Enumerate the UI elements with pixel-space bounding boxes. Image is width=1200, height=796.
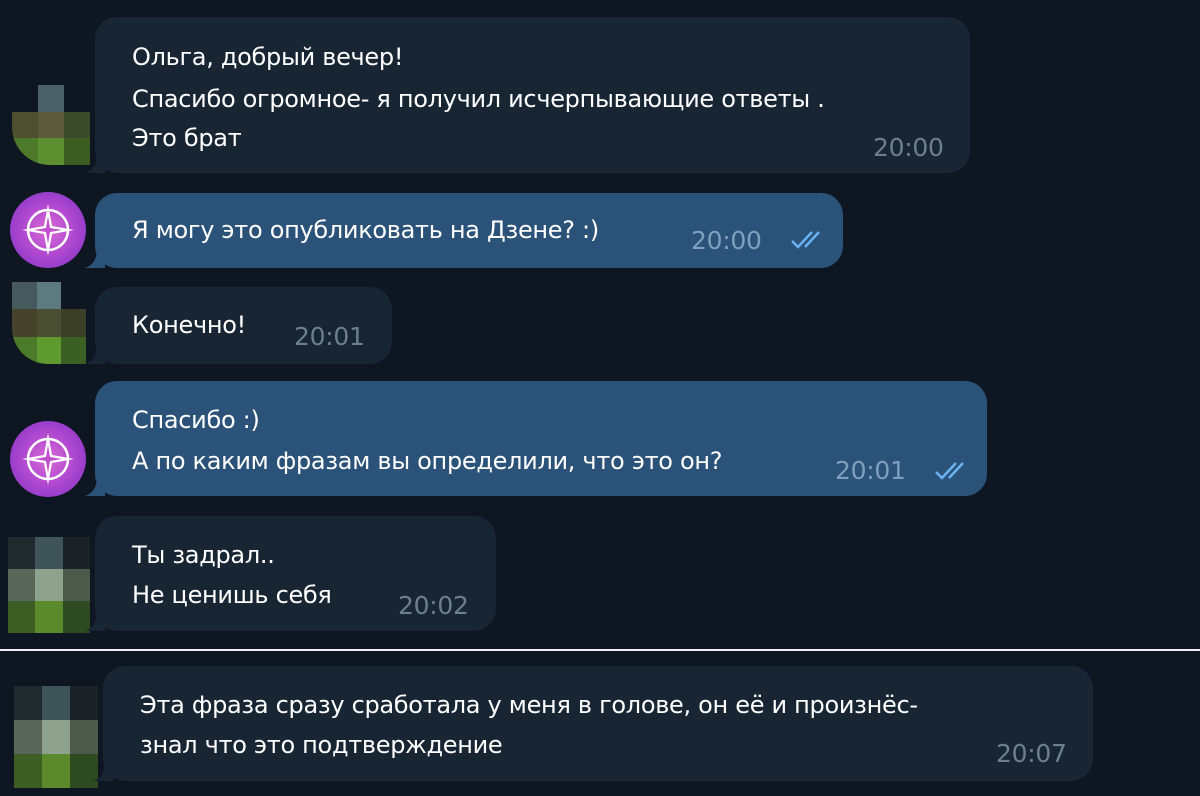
- message-time: 20:00: [873, 133, 944, 162]
- avatar-compass: [10, 192, 86, 268]
- message-text: Это брат: [132, 124, 242, 152]
- message-text: Я могу это опубликовать на Дзене? :): [132, 216, 599, 244]
- bubble-tail: [85, 476, 105, 496]
- message-bubble-incoming[interactable]: Ты задрал.. Не ценишь себя 20:02: [85, 516, 496, 631]
- message-text: Спасибо :): [132, 406, 260, 434]
- message-text: Не ценишь себя: [132, 581, 332, 609]
- bubble-tail: [85, 248, 105, 268]
- message-bubble-incoming[interactable]: Ольга, добрый вечер! Спасибо огромное- я…: [85, 17, 970, 173]
- message-time: 20:00: [691, 226, 762, 255]
- avatar-pixelated: [12, 282, 86, 364]
- message-text: Ты задрал..: [132, 541, 275, 569]
- double-check-icon: [791, 231, 820, 249]
- double-check-icon: [935, 462, 964, 480]
- message-bubble-outgoing[interactable]: Спасибо :) А по каким фразам вы определи…: [85, 381, 987, 496]
- avatar-pixelated: [12, 85, 90, 165]
- message-time: 20:02: [398, 591, 469, 620]
- message-text: А по каким фразам вы определили, что это…: [132, 447, 723, 475]
- message-text: знал что это подтверждение: [140, 731, 503, 759]
- avatar-pixelated: [14, 686, 98, 788]
- bubble-tail: [85, 611, 105, 631]
- message-text: Конечно!: [132, 311, 246, 339]
- avatar-pixelated: [8, 537, 90, 633]
- message-bubble-outgoing[interactable]: Я могу это опубликовать на Дзене? :) 20:…: [85, 193, 843, 268]
- bubble-tail: [85, 153, 105, 173]
- message-time: 20:01: [835, 456, 906, 485]
- bubble-tail: [93, 761, 113, 781]
- message-time: 20:07: [996, 739, 1067, 768]
- message-text: Спасибо огромное- я получил исчерпывающи…: [132, 85, 825, 113]
- message-bubble-incoming[interactable]: Конечно! 20:01: [85, 287, 392, 364]
- message-text: Ольга, добрый вечер!: [132, 43, 404, 71]
- message-time: 20:01: [294, 322, 365, 351]
- message-bubble-incoming[interactable]: Эта фраза сразу сработала у меня в голов…: [93, 666, 1093, 781]
- message-text: Эта фраза сразу сработала у меня в голов…: [140, 691, 918, 719]
- avatar-compass: [10, 421, 86, 497]
- bubble-tail: [85, 344, 105, 364]
